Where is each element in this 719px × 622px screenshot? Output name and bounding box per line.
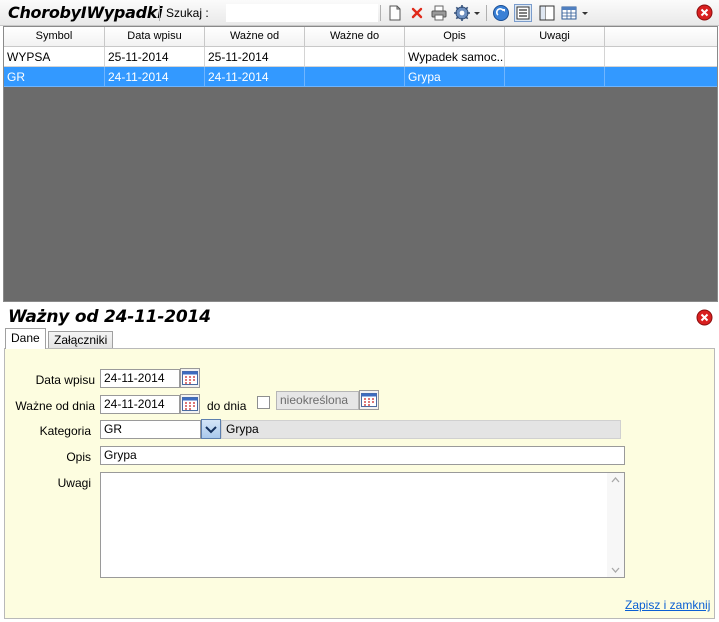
cell-symbol: GR (4, 67, 105, 87)
toolbar-separator (486, 5, 487, 21)
app-title: ChorobyIWypadki (8, 3, 163, 22)
column-header-symbol[interactable]: Symbol (4, 27, 105, 46)
column-header-wazne-do[interactable]: Ważne do (305, 27, 405, 46)
cell-opis: Grypa (405, 67, 505, 87)
do-dnia-field[interactable]: nieokreślona (276, 391, 359, 410)
cell-uwagi (505, 67, 605, 87)
new-document-icon[interactable] (386, 4, 404, 22)
column-header-uwagi[interactable]: Uwagi (505, 27, 605, 46)
cell-data-wpisu: 25-11-2014 (105, 47, 205, 67)
detail-title: Ważny od 24-11-2014 (8, 307, 211, 327)
uwagi-text (101, 473, 624, 477)
do-dnia-checkbox[interactable] (257, 396, 270, 409)
cell-data-wpisu: 24-11-2014 (105, 67, 205, 87)
grid-header: Symbol Data wpisu Ważne od Ważne do Opis… (4, 27, 717, 47)
kategoria-label: Kategoria (39, 424, 91, 438)
toolbar-separator (159, 5, 160, 21)
calendar-icon[interactable] (359, 390, 379, 410)
data-wpisu-field[interactable]: 24-11-2014 (100, 369, 180, 388)
search-label: Szukaj : (166, 6, 209, 20)
toolbar-separator (380, 5, 381, 21)
delete-icon[interactable] (408, 4, 426, 22)
cell-symbol: WYPSA (4, 47, 105, 67)
tab-dane[interactable]: Dane (5, 328, 46, 349)
cell-wazne-od: 24-11-2014 (205, 67, 305, 87)
data-wpisu-label: Data wpisu (35, 373, 95, 387)
cell-uwagi (505, 47, 605, 67)
cell-wazne-do (305, 47, 405, 67)
kategoria-code-field[interactable]: GR (100, 420, 201, 439)
opis-label: Opis (66, 450, 91, 464)
save-and-close-link[interactable]: Zapisz i zamknij (625, 598, 710, 612)
cell-wazne-do (305, 67, 405, 87)
uwagi-label: Uwagi (57, 476, 91, 490)
close-icon[interactable] (696, 4, 713, 21)
details-view-icon[interactable] (514, 4, 532, 22)
column-header-wazne-od[interactable]: Ważne od (205, 27, 305, 46)
refresh-icon[interactable] (492, 4, 510, 22)
do-dnia-label: do dnia (207, 399, 247, 413)
kategoria-dropdown-button[interactable] (201, 419, 221, 439)
cell-filler (605, 67, 717, 87)
search-input[interactable] (226, 4, 378, 22)
chevron-down-icon[interactable] (472, 4, 482, 22)
calendar-icon[interactable] (180, 368, 200, 388)
records-grid[interactable]: Symbol Data wpisu Ważne od Ważne do Opis… (3, 26, 718, 302)
toolbar: ChorobyIWypadki Szukaj : (0, 0, 719, 26)
tab-panel-dane: Data wpisu 24-11-2014 Ważne od dnia 24-1… (4, 348, 715, 619)
uwagi-textarea[interactable] (100, 472, 625, 578)
column-header-filler (605, 27, 717, 46)
cell-wazne-od: 25-11-2014 (205, 47, 305, 67)
column-header-data-wpisu[interactable]: Data wpisu (105, 27, 205, 46)
opis-field[interactable]: Grypa (100, 446, 625, 465)
uwagi-scrollbar[interactable] (607, 473, 624, 577)
calendar-icon[interactable] (180, 394, 200, 414)
close-icon[interactable] (696, 309, 713, 326)
table-view-icon[interactable] (560, 4, 578, 22)
table-row[interactable]: WYPSA 25-11-2014 25-11-2014 Wypadek samo… (4, 47, 717, 67)
settings-icon[interactable] (453, 4, 471, 22)
print-icon[interactable] (430, 4, 448, 22)
kategoria-name: Grypa (221, 420, 621, 439)
chevron-down-icon[interactable] (580, 4, 590, 22)
wazne-od-label: Ważne od dnia (15, 399, 95, 413)
column-header-opis[interactable]: Opis (405, 27, 505, 46)
split-view-icon[interactable] (538, 4, 556, 22)
cell-opis: Wypadek samoc... (405, 47, 505, 67)
cell-filler (605, 47, 717, 67)
wazne-od-field[interactable]: 24-11-2014 (100, 395, 180, 414)
table-row-selected[interactable]: GR 24-11-2014 24-11-2014 Grypa (4, 67, 717, 87)
tab-zalaczniki[interactable]: Załączniki (48, 331, 114, 349)
